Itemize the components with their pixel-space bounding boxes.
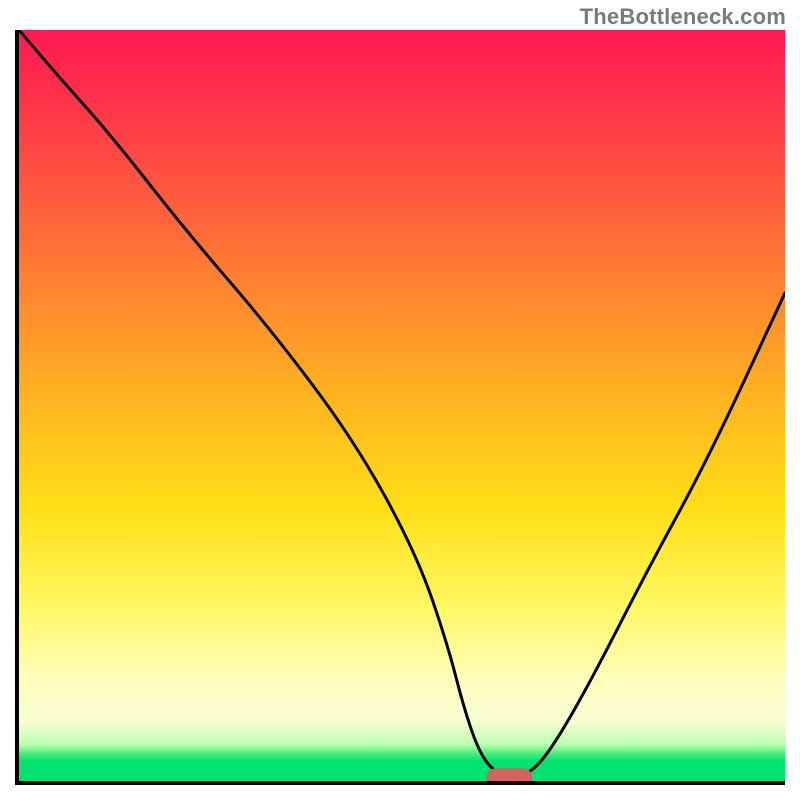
attribution-text: TheBottleneck.com — [580, 4, 786, 30]
bottleneck-curve-path — [19, 30, 785, 776]
bottleneck-marker — [486, 768, 532, 781]
plot-area — [15, 30, 785, 785]
chart-container: TheBottleneck.com — [0, 0, 800, 800]
curve-layer — [19, 30, 785, 781]
